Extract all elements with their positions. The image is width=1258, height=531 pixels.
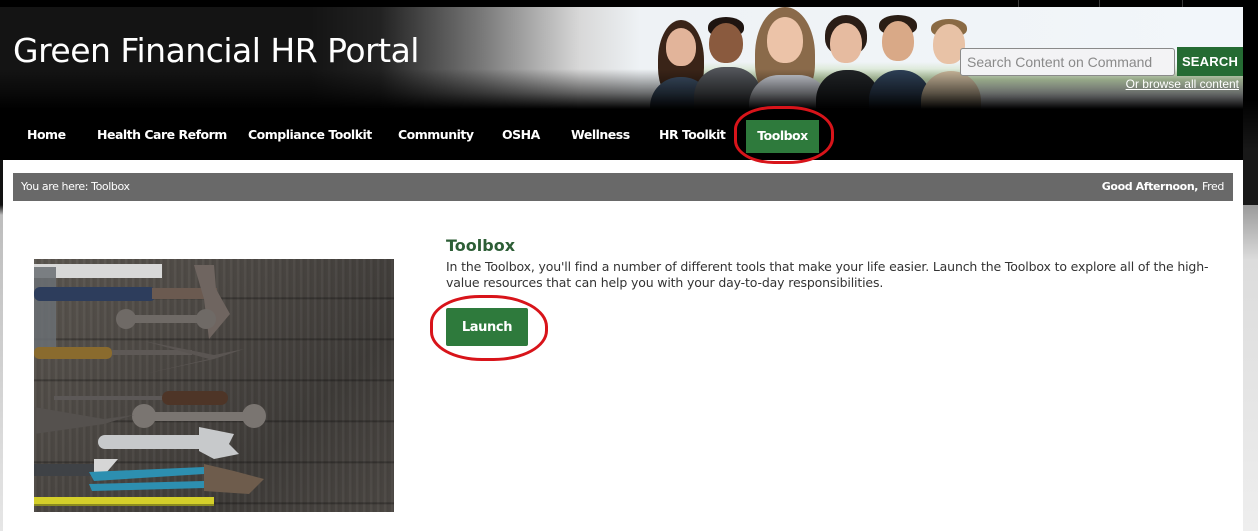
nav-item-compliance-toolkit[interactable]: Compliance Toolkit [248, 119, 372, 151]
main-nav: Home Health Care Reform Compliance Toolk… [0, 109, 1243, 160]
screwdriver-shape [34, 347, 112, 359]
section-description: In the Toolbox, you'll find a number of … [446, 259, 1209, 290]
nav-item-hr-toolkit[interactable]: HR Toolkit [659, 119, 726, 151]
toolbox-image [34, 259, 394, 512]
section-title: Toolbox [446, 236, 516, 255]
nav-item-community[interactable]: Community [398, 119, 474, 151]
wrench-shape [144, 412, 254, 421]
page-edge-right [1243, 0, 1258, 531]
top-strip [0, 0, 1258, 7]
site-title: Green Financial HR Portal [13, 31, 419, 70]
greeting-label: Good Afternoon, [1101, 180, 1199, 193]
nav-item-home[interactable]: Home [27, 119, 66, 151]
user-name: Fred [1202, 180, 1224, 193]
adjustable-wrench-shape [98, 435, 208, 449]
tools-illustration [34, 264, 266, 506]
nav-item-wellness[interactable]: Wellness [571, 119, 630, 151]
search-input[interactable] [960, 48, 1175, 76]
divider [1099, 0, 1100, 7]
wrench-shape [126, 315, 206, 323]
hammer-head-shape [194, 265, 230, 339]
nav-item-toolbox[interactable]: Toolbox [746, 120, 819, 153]
pliers-shape [144, 341, 244, 374]
tape-measure-shape [34, 497, 214, 505]
breadcrumb-bar: You are here: Toolbox Good Afternoon, Fre… [13, 173, 1233, 201]
divider [1182, 0, 1183, 7]
nav-item-health-care-reform[interactable]: Health Care Reform [97, 119, 227, 151]
screwdriver-handle-shape [162, 391, 228, 405]
search-button[interactable]: SEARCH [1177, 47, 1243, 76]
launch-button[interactable]: Launch [446, 308, 528, 346]
hammer-handle-shape [34, 287, 156, 301]
nav-item-osha[interactable]: OSHA [502, 119, 540, 151]
breadcrumb: You are here: Toolbox [21, 180, 130, 193]
divider [1018, 0, 1019, 7]
user-greeting: Good Afternoon, Fred [1101, 180, 1225, 193]
browse-all-content-link[interactable]: Or browse all content [1126, 77, 1239, 91]
